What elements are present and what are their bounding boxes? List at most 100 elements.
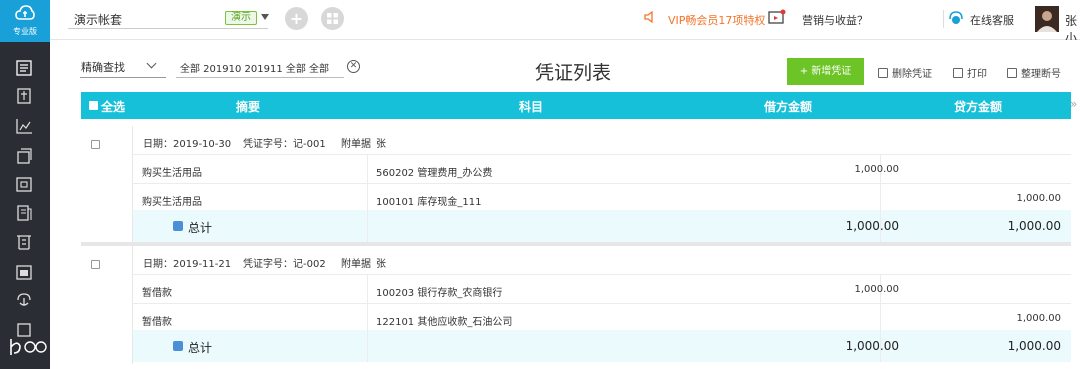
total-label: 总计 [188,341,213,355]
reorder-number-button[interactable]: 整理断号 [1007,65,1061,80]
divider [367,155,368,184]
filter-underline [176,77,344,78]
sidebar: 专业版 [0,0,50,369]
add-account-button[interactable]: + [285,7,308,30]
delete-voucher-label: 删除凭证 [892,69,932,80]
voucher-maker: 张 [376,259,386,270]
header-subject: 科目 [519,100,544,114]
table-header: 全选 摘要 科目 借方金额 贷方金额 [81,92,1071,119]
select-all-checkbox[interactable] [89,101,98,110]
delete-voucher-button[interactable]: 删除凭证 [878,65,932,80]
voucher-maker: 张 [376,139,386,150]
divider [367,210,368,242]
total-debit: 1,000.00 [845,339,899,353]
table-row[interactable]: 购买生活用品 560202 管理费用_办公费 1,000.00 [133,155,1071,184]
total-credit: 1,000.00 [1007,219,1061,233]
debit-cell: 1,000.00 [854,284,899,295]
ledger-icon[interactable] [15,148,33,164]
voucher-header-row[interactable]: 日期：2019-10-30 凭证字号：记-001 附单据 张 [133,126,1071,155]
attachment-label: 附单据 [341,139,371,150]
voucher-select-cell [81,246,133,364]
subject-cell: 100203 银行存款_农商银行 [376,288,503,299]
salary-icon[interactable] [15,292,33,308]
vip-privileges-link[interactable]: VIP畅会员17项特权 [668,12,765,28]
print-button[interactable]: 打印 [953,65,987,80]
summary-cell: 购买生活用品 [142,197,202,208]
voucher-list-icon[interactable] [0,52,50,84]
total-row: 总计 1,000.00 1,000.00 [133,330,1071,362]
cloud-logo-icon [15,5,35,20]
subject-cell: 100101 库存现金_111 [376,197,482,208]
chevron-down-icon[interactable] [146,58,157,69]
summary-cell: 暂借款 [142,317,172,328]
printer-icon [953,68,963,78]
grid-apps-button[interactable] [321,7,344,30]
reorder-label: 整理断号 [1021,69,1061,80]
search-underline [80,77,166,78]
voucher-checkbox[interactable] [91,260,100,269]
voucher-date: 日期：2019-10-30 [143,139,232,150]
collapse-panel-icon[interactable]: » [1070,97,1077,111]
document-icon[interactable] [15,205,33,221]
customer-service-icon [949,11,963,24]
grid-icon [327,13,338,24]
filter-input[interactable]: 全部 201910 201911 全部 全部 [180,60,329,75]
voucher-number: 凭证字号：记-001 [243,139,326,150]
add-voucher-button[interactable]: + 新增凭证 [787,58,864,85]
header-summary: 摘要 [236,100,261,114]
divider [367,304,368,333]
total-row: 总计 1,000.00 1,000.00 [133,210,1071,242]
divider [880,304,881,333]
total-debit: 1,000.00 [845,219,899,233]
calendar-icon[interactable] [15,176,33,192]
demo-badge: 演示 [225,11,257,25]
invoice-icon[interactable] [15,234,33,250]
table-row[interactable]: 暂借款 122101 其他应收款_石油公司 1,000.00 [133,304,1071,333]
report-chart-icon[interactable] [15,118,33,134]
voucher-number: 凭证字号：记-002 [243,259,326,270]
voucher-select-cell [81,126,133,244]
app-logo[interactable]: 专业版 [0,0,50,42]
total-label: 总计 [188,221,213,235]
voucher-group: 日期：2019-10-30 凭证字号：记-001 附单据 张 购买生活用品 56… [81,126,1071,244]
divider [367,330,368,362]
toolbar: 精确查找 全部 201910 201911 全部 全部 ✕ 凭证列表 + 新增凭… [50,40,1080,92]
voucher-header-row[interactable]: 日期：2019-11-21 凭证字号：记-002 附单据 张 [133,246,1071,275]
account-underline [68,28,268,29]
clear-filter-icon[interactable]: ✕ [347,60,360,73]
online-service-link[interactable]: 在线客服 [970,12,1014,28]
watermark-logo [10,339,47,355]
avatar[interactable] [1035,6,1059,32]
tv-icon [768,9,786,24]
precise-search-dropdown[interactable]: 精确查找 [81,59,125,75]
select-all-label[interactable]: 全选 [101,98,125,115]
voucher-checkbox[interactable] [91,140,100,149]
table-row[interactable]: 暂借款 100203 银行存款_农商银行 1,000.00 [133,275,1071,304]
table-row[interactable]: 购买生活用品 100101 库存现金_111 1,000.00 [133,184,1071,213]
header-debit: 借方金额 [764,100,813,114]
voucher-entry-icon[interactable] [15,88,33,104]
subject-cell: 122101 其他应收款_石油公司 [376,317,513,328]
marketing-revenue-link[interactable]: 营销与收益？ [802,12,868,28]
page-title: 凭证列表 [535,62,612,84]
debit-cell: 1,000.00 [854,164,899,175]
total-credit: 1,000.00 [1007,339,1061,353]
voucher-group: 日期：2019-11-21 凭证字号：记-002 附单据 张 暂借款 10020… [81,246,1071,364]
summary-cell: 购买生活用品 [142,168,202,179]
divider [943,10,944,28]
divider [880,184,881,213]
chevron-down-icon[interactable] [261,14,269,20]
voucher-date: 日期：2019-11-21 [143,259,232,270]
attachment-label: 附单据 [341,259,371,270]
divider [367,184,368,213]
summary-cell: 暂借款 [142,288,172,299]
credit-cell: 1,000.00 [1016,193,1061,204]
edition-label: 专业版 [13,27,37,36]
archive-icon[interactable] [15,264,33,280]
credit-cell: 1,000.00 [1016,313,1061,324]
account-selector[interactable]: 演示帐套 [74,11,122,28]
reorder-icon [1007,68,1017,78]
subject-cell: 560202 管理费用_办公费 [376,168,493,179]
total-icon [173,341,183,351]
header-credit: 贷方金额 [954,100,1003,114]
